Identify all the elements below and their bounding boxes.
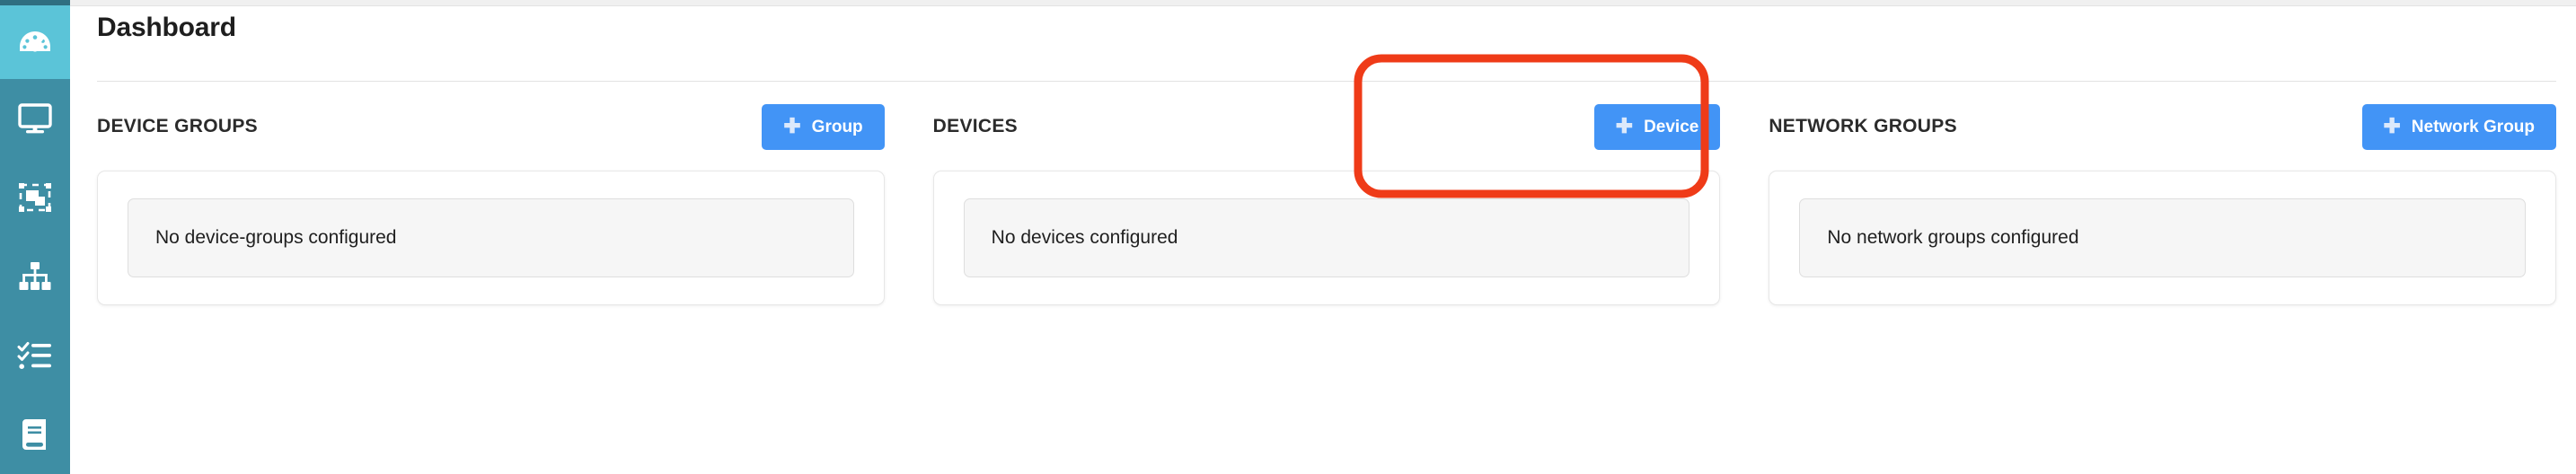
empty-state-devices: No devices configured	[963, 198, 1690, 277]
sidebar-item-devices[interactable]	[0, 79, 70, 158]
dashboard-columns: DEVICE GROUPS ✚ Group No device-groups c…	[97, 93, 2557, 474]
column-header-devices: DEVICES ✚ Device	[933, 93, 1721, 160]
empty-state-device-groups: No device-groups configured	[128, 198, 854, 277]
speedometer-icon	[17, 24, 53, 60]
sidebar-item-docs[interactable]	[0, 395, 70, 474]
book-icon	[19, 417, 51, 452]
add-device-button-label: Device	[1644, 117, 1699, 136]
plus-icon: ✚	[783, 113, 801, 137]
column-header-network-groups: NETWORK GROUPS ✚ Network Group	[1769, 93, 2557, 160]
sidebar-item-dashboard[interactable]	[0, 4, 70, 79]
add-network-group-button[interactable]: ✚ Network Group	[2361, 103, 2557, 150]
section-title-devices: DEVICES	[932, 116, 1018, 136]
app-root: Dashboard DEVICE GROUPS ✚ Group No devic…	[0, 0, 2576, 474]
add-group-button[interactable]: ✚ Group	[762, 103, 885, 150]
title-divider	[97, 81, 2556, 82]
horizontal-scrollbar[interactable]	[70, 0, 2576, 6]
page-title: Dashboard	[97, 13, 236, 42]
sidebar-item-device-groups[interactable]	[0, 158, 70, 237]
column-header-device-groups: DEVICE GROUPS ✚ Group	[97, 93, 885, 160]
layers-icon	[17, 180, 53, 215]
empty-state-network-groups: No network groups configured	[1799, 198, 2527, 277]
add-group-button-label: Group	[811, 117, 863, 136]
monitor-icon	[17, 101, 53, 136]
card-device-groups: No device-groups configured	[97, 171, 885, 305]
add-network-group-button-label: Network Group	[2411, 117, 2536, 136]
sidebar-item-network-groups[interactable]	[0, 237, 70, 316]
sitemap-icon	[17, 259, 53, 294]
sidebar-item-tasks[interactable]	[0, 316, 70, 395]
plus-icon: ✚	[1615, 113, 1634, 137]
add-device-button[interactable]: ✚ Device	[1593, 103, 1721, 150]
sidebar	[0, 0, 70, 474]
column-devices: DEVICES ✚ Device No devices configured	[932, 93, 1721, 474]
section-title-device-groups: DEVICE GROUPS	[97, 116, 258, 136]
card-network-groups: No network groups configured	[1769, 171, 2557, 305]
main-content: Dashboard DEVICE GROUPS ✚ Group No devic…	[70, 0, 2576, 474]
section-title-network-groups: NETWORK GROUPS	[1769, 116, 1957, 136]
checklist-icon	[17, 339, 53, 372]
card-devices: No devices configured	[932, 171, 1721, 305]
plus-icon: ✚	[2383, 113, 2401, 137]
column-network-groups: NETWORK GROUPS ✚ Network Group No networ…	[1769, 93, 2557, 474]
column-device-groups: DEVICE GROUPS ✚ Group No device-groups c…	[97, 93, 885, 474]
